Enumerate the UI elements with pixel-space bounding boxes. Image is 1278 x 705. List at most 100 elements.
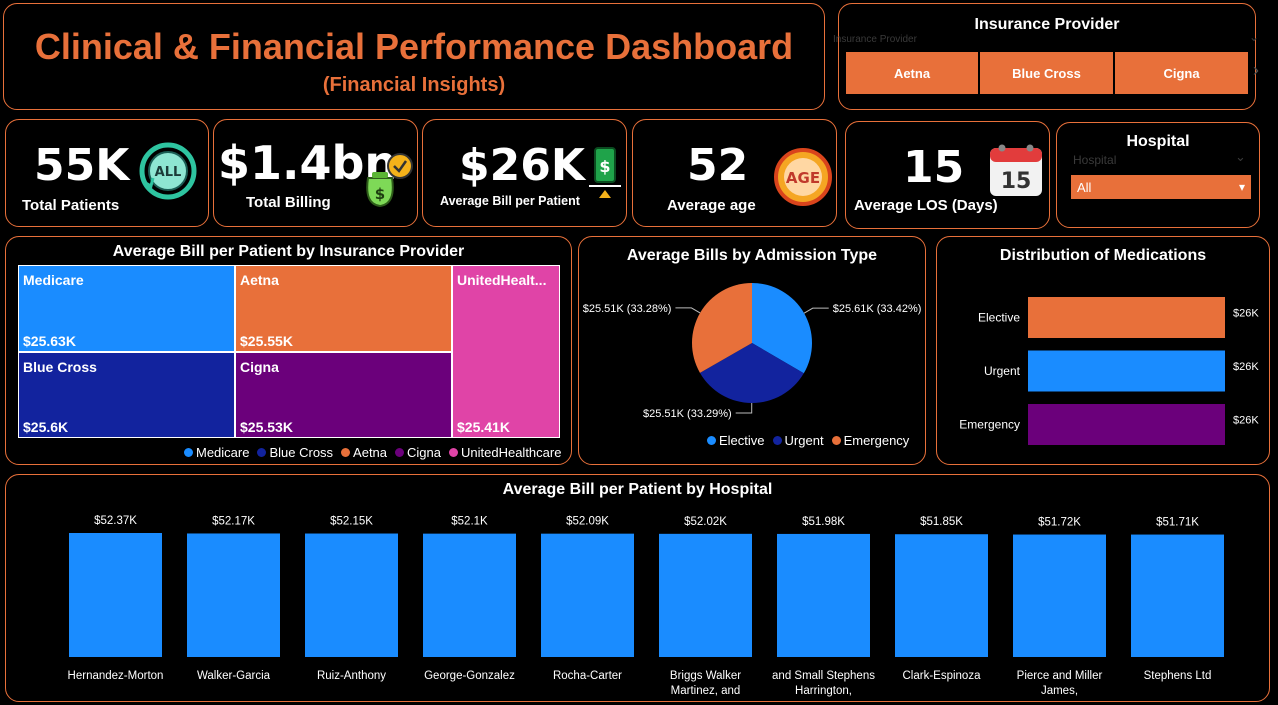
bar-rocha-carter[interactable] — [541, 533, 634, 657]
svg-text:$: $ — [599, 157, 610, 176]
treemap-cell-value: $25.55K — [240, 333, 293, 349]
slicer-ghost-label: Hospital — [1073, 153, 1117, 167]
category-label: Emergency — [959, 418, 1020, 432]
pie-label-urgent: $25.51K (33.29%) — [643, 408, 732, 420]
data-label: $52.17K — [212, 515, 255, 527]
bar-stephens-ltd[interactable] — [1131, 534, 1224, 657]
legend-label: Emergency — [843, 433, 910, 448]
data-label: $52.1K — [451, 516, 488, 528]
slicer-option-aetna[interactable]: Aetna — [846, 52, 978, 94]
bar-and-small-stephens-harrington[interactable] — [777, 533, 870, 657]
data-label: $52.15K — [330, 516, 373, 528]
slicer-option-cigna[interactable]: Cigna — [1115, 52, 1248, 94]
category-label: Hernandez-Morton — [68, 670, 164, 682]
legend-item-elective[interactable]: Elective — [707, 433, 765, 448]
bar-george-gonzalez[interactable] — [423, 533, 516, 657]
slicer-option-blue-cross[interactable]: Blue Cross — [980, 52, 1113, 94]
hospital-dropdown[interactable]: All ▾ — [1071, 175, 1251, 199]
pie-legend: Elective Urgent Emergency — [707, 433, 909, 448]
treemap-cell-name: Medicare — [23, 272, 84, 288]
treemap-panel: Average Bill per Patient by Insurance Pr… — [5, 236, 572, 465]
kpi-label: Average LOS (Days) — [854, 197, 998, 214]
svg-text:$: $ — [375, 185, 385, 203]
legend-item-urgent[interactable]: Urgent — [772, 433, 824, 448]
category-label: Elective — [978, 311, 1020, 325]
legend-label: Medicare — [196, 445, 250, 460]
data-label: $52.02K — [684, 516, 727, 528]
legend-item-cigna[interactable]: Cigna — [395, 445, 441, 460]
chevron-right-icon[interactable]: › — [1253, 60, 1259, 81]
bar-briggs-walker-martinez-and[interactable] — [659, 533, 752, 657]
treemap-cell-value: $25.63K — [23, 333, 76, 349]
treemap-cell-aetna[interactable]: Aetna $25.55K — [235, 265, 452, 352]
treemap-cell-cigna[interactable]: Cigna $25.53K — [235, 352, 452, 438]
legend-item-blue-cross[interactable]: Blue Cross — [257, 445, 333, 460]
category-label: Ruiz-Anthony — [317, 670, 386, 682]
data-label: $26K — [1233, 415, 1259, 427]
treemap-legend: Medicare Blue Cross Aetna Cigna UnitedHe… — [184, 445, 561, 460]
slicer-title: Hospital — [1126, 133, 1190, 150]
kpi-average-bill: $26K Average Bill per Patient $ — [422, 119, 627, 227]
page-subtitle: (Financial Insights) — [322, 74, 506, 96]
legend-label: Aetna — [353, 445, 388, 460]
bar-walker-garcia[interactable] — [187, 533, 280, 657]
medications-panel: Distribution of Medications Elective $26K… — [936, 236, 1270, 465]
treemap-cell-name: Blue Cross — [23, 359, 97, 375]
pie-label-elective: $25.61K (33.42%) — [833, 303, 922, 315]
chevron-down-icon: ▾ — [1238, 180, 1245, 194]
legend-item-unitedhealthcare[interactable]: UnitedHealthcare — [449, 445, 561, 460]
legend-item-emergency[interactable]: Emergency — [831, 433, 910, 448]
money-bag-icon: $ — [358, 150, 416, 208]
data-label: $51.72K — [1038, 517, 1081, 529]
kpi-label: Total Patients — [22, 197, 120, 214]
kpi-value: $26K — [459, 140, 585, 191]
all-icon: ALL — [139, 142, 197, 200]
hospital-dropdown-value: All — [1077, 179, 1092, 195]
treemap-cell-blue-cross[interactable]: Blue Cross $25.6K — [18, 352, 235, 438]
treemap-cell-value: $25.53K — [240, 419, 293, 435]
category-label: Stephens Ltd — [1144, 670, 1212, 682]
pie-label-emergency: $25.51K (33.28%) — [583, 303, 672, 315]
dollar-tag-icon: $ — [587, 144, 623, 202]
treemap-cell-name: Aetna — [240, 272, 279, 288]
legend-item-medicare[interactable]: Medicare — [184, 445, 249, 460]
slicer-ghost-label: Insurance Provider — [833, 34, 917, 45]
bar-ruiz-anthony[interactable] — [305, 533, 398, 657]
age-icon: AGE — [774, 148, 832, 206]
chevron-down-icon: ⌄ — [1249, 30, 1260, 44]
hospital-bar-title: Average Bill per Patient by Hospital — [502, 481, 773, 498]
slicer-title: Insurance Provider — [974, 16, 1120, 33]
kpi-average-age: 52 Average age AGE — [632, 119, 837, 227]
kpi-total-billing: $1.4bn Total Billing $ — [213, 119, 418, 227]
medications-bar-chart: Elective $26K Urgent $26K Emergency $26K — [959, 297, 1259, 445]
bar-hernandez-morton[interactable] — [69, 533, 162, 657]
hospital-slicer: Hospital Hospital ⌄ All ▾ — [1056, 122, 1260, 228]
page-title: Clinical & Financial Performance Dashboa… — [34, 26, 794, 67]
bar-emergency[interactable] — [1028, 404, 1225, 445]
hospital-bar-chart: $52.37K Hernandez-Morton $52.17K Walker-Gar… — [68, 515, 1224, 697]
kpi-average-los: 15 Average LOS (Days) 15 — [845, 121, 1050, 229]
kpi-total-patients: 55K Total Patients ALL — [5, 119, 209, 227]
calendar-icon: 15 — [988, 142, 1044, 198]
pie-leader-line — [735, 402, 753, 414]
data-label: $26K — [1233, 361, 1259, 373]
legend-item-aetna[interactable]: Aetna — [341, 445, 387, 460]
calendar-icon-text: 15 — [1001, 169, 1032, 194]
treemap-cell-medicare[interactable]: Medicare $25.63K — [18, 265, 235, 352]
category-label: George-Gonzalez — [424, 670, 515, 682]
legend-label: Urgent — [784, 433, 824, 448]
treemap-title: Average Bill per Patient by Insurance Pr… — [112, 243, 465, 260]
kpi-value: 55K — [34, 140, 130, 191]
treemap-cell-unitedhealthcare[interactable]: UnitedHealt... $25.41K — [452, 265, 560, 438]
bar-urgent[interactable] — [1028, 350, 1225, 392]
bar-clark-espinoza[interactable] — [895, 534, 988, 657]
header-card: Clinical & Financial Performance Dashboa… — [3, 3, 825, 110]
bar-pierce-and-miller-james[interactable] — [1013, 534, 1106, 657]
data-label: $52.09K — [566, 516, 609, 528]
bar-elective[interactable] — [1028, 297, 1225, 338]
category-label: Clark-Espinoza — [903, 670, 982, 682]
pie-panel: Average Bills by Admission Type $25.61K … — [578, 236, 926, 465]
svg-text:ALL: ALL — [155, 165, 182, 180]
insurance-provider-slicer: Insurance Provider Insurance Provider ⌄ … — [833, 3, 1260, 110]
legend-label: Cigna — [407, 445, 441, 460]
